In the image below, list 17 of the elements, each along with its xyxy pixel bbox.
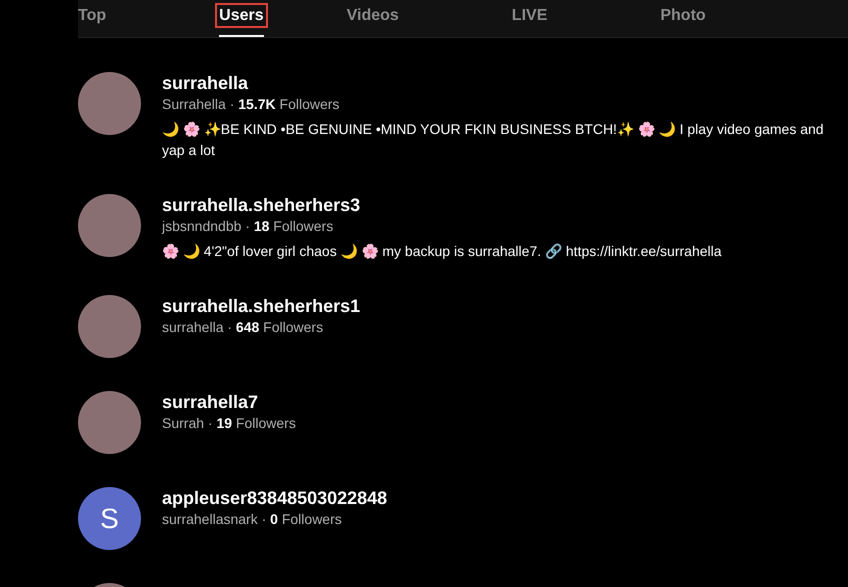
tab[interactable]: Photo (660, 0, 706, 37)
username[interactable]: surrahella.sheherhers1 (162, 295, 360, 317)
username[interactable]: surrahella7 (162, 391, 296, 413)
user-bio: 🌙 🌸 ✨BE KIND •BE GENUINE •MIND YOUR FKIN BUSINESS BTCH!✨ 🌸 🌙 I play video games and yap a lot (162, 120, 825, 160)
username[interactable]: surrahella.sheherhers3 (162, 194, 722, 216)
username[interactable]: appleuser83848503022848 (162, 487, 388, 509)
user-subtitle: Surrah · 19 Followers (162, 414, 296, 433)
user-subtitle: surrahellasnark · 0 Followers (162, 510, 343, 529)
letter-avatar[interactable]: S (78, 487, 141, 550)
tab[interactable]: Top (78, 0, 106, 37)
tab[interactable]: LIVE (512, 0, 548, 37)
user-bio: 🌸 🌙 4'2"of lover girl chaos 🌙 🌸 my backup is surrahalle7. 🔗 https://linktr.ee/surrahella (162, 242, 722, 261)
user-subtitle: surrahella · 648 Followers (162, 318, 324, 337)
username[interactable]: surrahella (162, 72, 848, 94)
user-subtitle: Surrahella · 15.7K Followers (162, 95, 340, 114)
user-subtitle: jsbsnndndbb · 18 Followers (162, 217, 334, 236)
tab[interactable]: Videos (346, 0, 399, 37)
